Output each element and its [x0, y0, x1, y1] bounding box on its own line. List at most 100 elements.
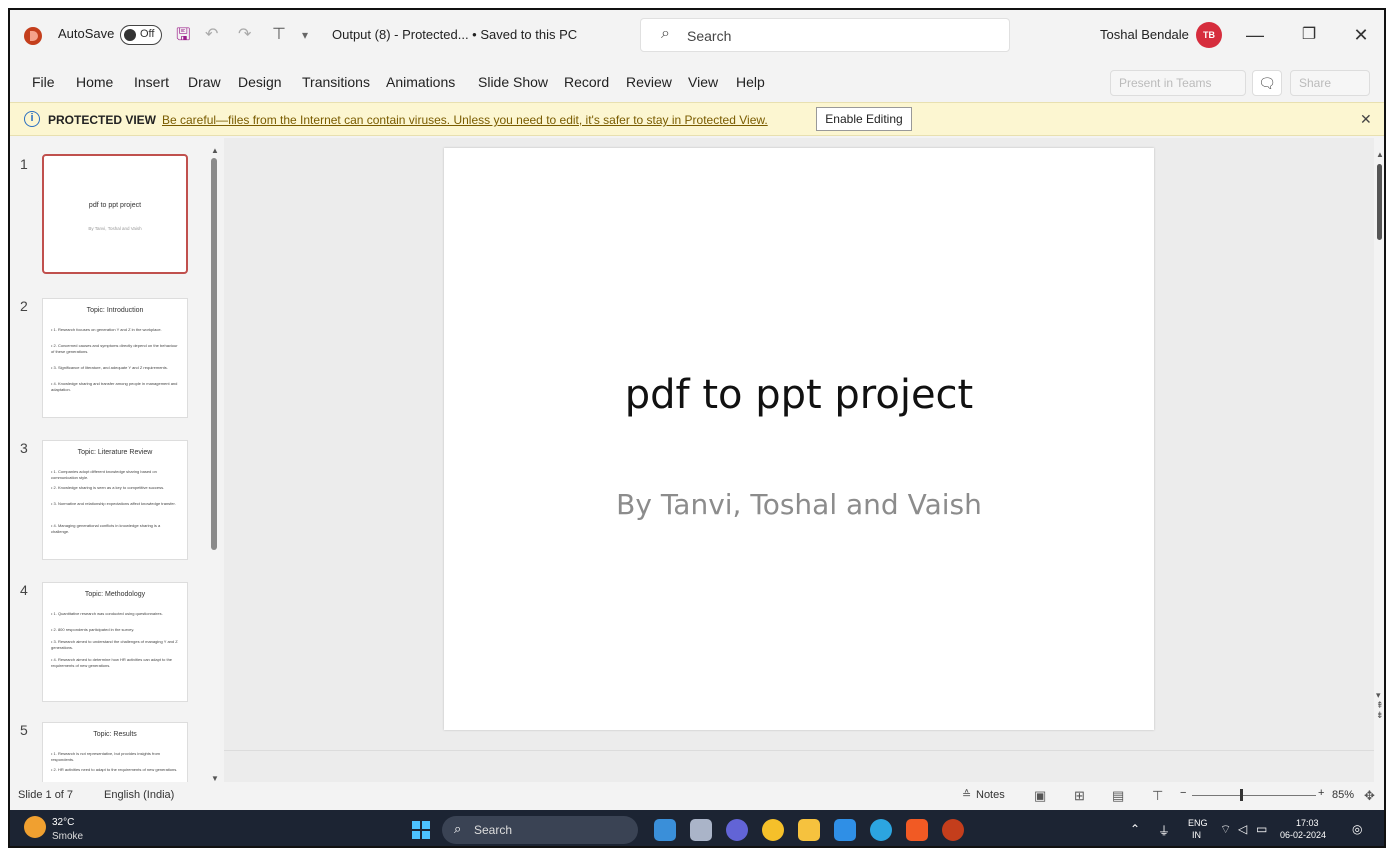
document-title[interactable]: Output (8) - Protected... • Saved to thi… [332, 27, 577, 42]
tab-animations[interactable]: Animations [386, 74, 455, 90]
protected-view-message[interactable]: Be careful—files from the Internet can c… [162, 113, 768, 127]
search-icon: ⌕ [454, 821, 462, 836]
telegram-icon[interactable] [870, 819, 892, 841]
notes-divider[interactable] [224, 750, 1374, 751]
avatar[interactable]: TB [1196, 22, 1222, 48]
input-language[interactable]: ENG [1188, 818, 1208, 828]
tab-insert[interactable]: Insert [134, 74, 169, 90]
tab-review[interactable]: Review [626, 74, 672, 90]
scroll-up-icon[interactable]: ▲ [1376, 150, 1384, 159]
tab-view[interactable]: View [688, 74, 718, 90]
thumbnail-scrollbar[interactable]: ▲ ▼ [210, 146, 219, 783]
language-status[interactable]: English (India) [104, 789, 174, 801]
share-button[interactable]: Share [1290, 70, 1370, 96]
powerpoint-taskbar-icon[interactable] [942, 819, 964, 841]
undo-icon[interactable]: ↶ [205, 25, 218, 45]
slide-title[interactable]: pdf to ppt project [444, 372, 1154, 418]
thumbnail-bullet: • 3. Normative and relationship expectat… [51, 501, 176, 506]
thumbnail-subtitle: By Tanvi, Toshal and Vaish [88, 226, 142, 231]
notifications-icon[interactable]: ◎ [1352, 822, 1362, 836]
notes-button[interactable]: Notes [976, 789, 1005, 801]
title-bar: AutoSave Off 🖫 ↶ ↷ ⊤ ▾ Output (8) - Prot… [10, 10, 1384, 60]
slide-thumbnail-5[interactable]: Topic: Results • 1. Research is not repr… [42, 722, 188, 782]
comments-button[interactable]: 🗨 [1252, 70, 1282, 96]
slide-thumbnail-1[interactable]: pdf to ppt project By Tanvi, Toshal and … [42, 154, 188, 274]
input-region[interactable]: IN [1192, 830, 1201, 840]
thumbnail-bullet: • 3. Research aimed to understand the ch… [51, 639, 178, 650]
powerpoint-logo-icon [24, 27, 42, 45]
tab-help[interactable]: Help [736, 74, 765, 90]
zoom-out-icon[interactable]: − [1180, 787, 1186, 799]
brave-browser-icon[interactable] [906, 819, 928, 841]
current-slide[interactable]: pdf to ppt project By Tanvi, Toshal and … [444, 148, 1154, 730]
powerpoint-window: AutoSave Off 🖫 ↶ ↷ ⊤ ▾ Output (8) - Prot… [8, 8, 1386, 848]
widgets-app-icon[interactable] [654, 819, 676, 841]
slide-subtitle[interactable]: By Tanvi, Toshal and Vaish [444, 488, 1154, 521]
scroll-up-icon[interactable]: ▲ [211, 146, 219, 155]
taskbar-search[interactable]: ⌕ Search [442, 816, 638, 844]
autosave-state: Off [140, 28, 155, 40]
slide-scrollbar[interactable]: ▲ ▾ ⇞ ⇟ [1376, 150, 1384, 740]
scroll-down-icon[interactable]: ▼ [211, 774, 219, 783]
thumbnail-bullet: • 2. 800 respondents participated in the… [51, 627, 135, 632]
scrollbar-thumb[interactable] [211, 158, 217, 550]
windows-start-icon[interactable] [412, 821, 430, 839]
close-bar-icon[interactable]: ✕ [1360, 111, 1372, 128]
present-from-beginning-icon[interactable]: ⊤ [272, 25, 286, 45]
battery-icon[interactable]: ▭ [1256, 822, 1267, 836]
clock-time[interactable]: 17:03 [1296, 818, 1319, 828]
weather-description[interactable]: Smoke [52, 831, 83, 842]
reading-view-icon[interactable]: ▤ [1112, 788, 1124, 804]
search-box[interactable]: ⌕ Search [640, 18, 1010, 52]
slide-show-icon[interactable]: ⊤ [1152, 788, 1163, 804]
file-explorer-icon[interactable] [798, 819, 820, 841]
restore-button[interactable]: ❐ [1294, 22, 1324, 48]
slide-thumbnail-3[interactable]: Topic: Literature Review • 1. Companies … [42, 440, 188, 560]
chrome-browser-icon[interactable] [762, 819, 784, 841]
tab-record[interactable]: Record [564, 74, 609, 90]
tab-design[interactable]: Design [238, 74, 282, 90]
task-view-icon[interactable] [690, 819, 712, 841]
wifi-icon[interactable]: ⌔ [1220, 822, 1231, 837]
customize-toolbar-icon[interactable]: ▾ [302, 25, 308, 45]
slide-navigation-icon[interactable]: ▾ ⇞ ⇟ [1376, 690, 1384, 720]
vscode-icon[interactable] [834, 819, 856, 841]
thumbnail-bullet: • 1. Companies adopt different knowledge… [51, 469, 157, 480]
present-in-teams-button[interactable]: Present in Teams [1110, 70, 1246, 96]
slide-thumbnail-2[interactable]: Topic: Introduction • 1. Research focuse… [42, 298, 188, 418]
tab-home[interactable]: Home [76, 74, 113, 90]
windows-taskbar: 32°C Smoke ⌕ Search ⌃ ⏚ ENG IN ⌔ ◁ ▭ 17:… [10, 810, 1384, 846]
chat-app-icon[interactable] [726, 819, 748, 841]
zoom-slider[interactable] [1192, 795, 1316, 796]
save-icon[interactable]: 🖫 [176, 25, 190, 45]
weather-icon[interactable] [24, 816, 46, 838]
autosave-toggle[interactable]: Off [120, 25, 162, 45]
zoom-level[interactable]: 85% [1332, 789, 1354, 801]
fit-to-window-icon[interactable]: ✥ [1364, 788, 1375, 804]
usb-device-icon[interactable]: ⏚ [1158, 822, 1170, 839]
slide-thumbnails-panel: 1 pdf to ppt project By Tanvi, Toshal an… [10, 138, 222, 782]
minimize-button[interactable]: — [1240, 22, 1270, 48]
zoom-slider-handle[interactable] [1240, 789, 1243, 801]
enable-editing-button[interactable]: Enable Editing [816, 107, 912, 131]
notes-icon[interactable]: ≙ [962, 788, 971, 801]
redo-icon[interactable]: ↷ [238, 25, 251, 45]
toggle-knob [124, 29, 136, 41]
clock-date[interactable]: 06-02-2024 [1280, 830, 1326, 840]
tab-draw[interactable]: Draw [188, 74, 221, 90]
normal-view-icon[interactable]: ▣ [1034, 788, 1046, 804]
slide-sorter-icon[interactable]: ⊞ [1074, 788, 1085, 804]
tab-slide-show[interactable]: Slide Show [478, 74, 548, 90]
slide-thumbnail-4[interactable]: Topic: Methodology • 1. Quantitative res… [42, 582, 188, 702]
user-name[interactable]: Toshal Bendale [1100, 27, 1189, 42]
tab-transitions[interactable]: Transitions [302, 74, 370, 90]
tab-file[interactable]: File [32, 74, 55, 90]
ribbon-tabs: File Home Insert Draw Design Transitions… [10, 68, 1384, 98]
show-hidden-icons-icon[interactable]: ⌃ [1130, 822, 1140, 836]
info-icon: i [24, 111, 40, 127]
scrollbar-thumb[interactable] [1377, 164, 1382, 240]
close-button[interactable]: ✕ [1346, 22, 1376, 48]
weather-temperature[interactable]: 32°C [52, 817, 74, 828]
zoom-in-icon[interactable]: + [1318, 787, 1324, 799]
volume-icon[interactable]: ◁ [1238, 822, 1247, 836]
